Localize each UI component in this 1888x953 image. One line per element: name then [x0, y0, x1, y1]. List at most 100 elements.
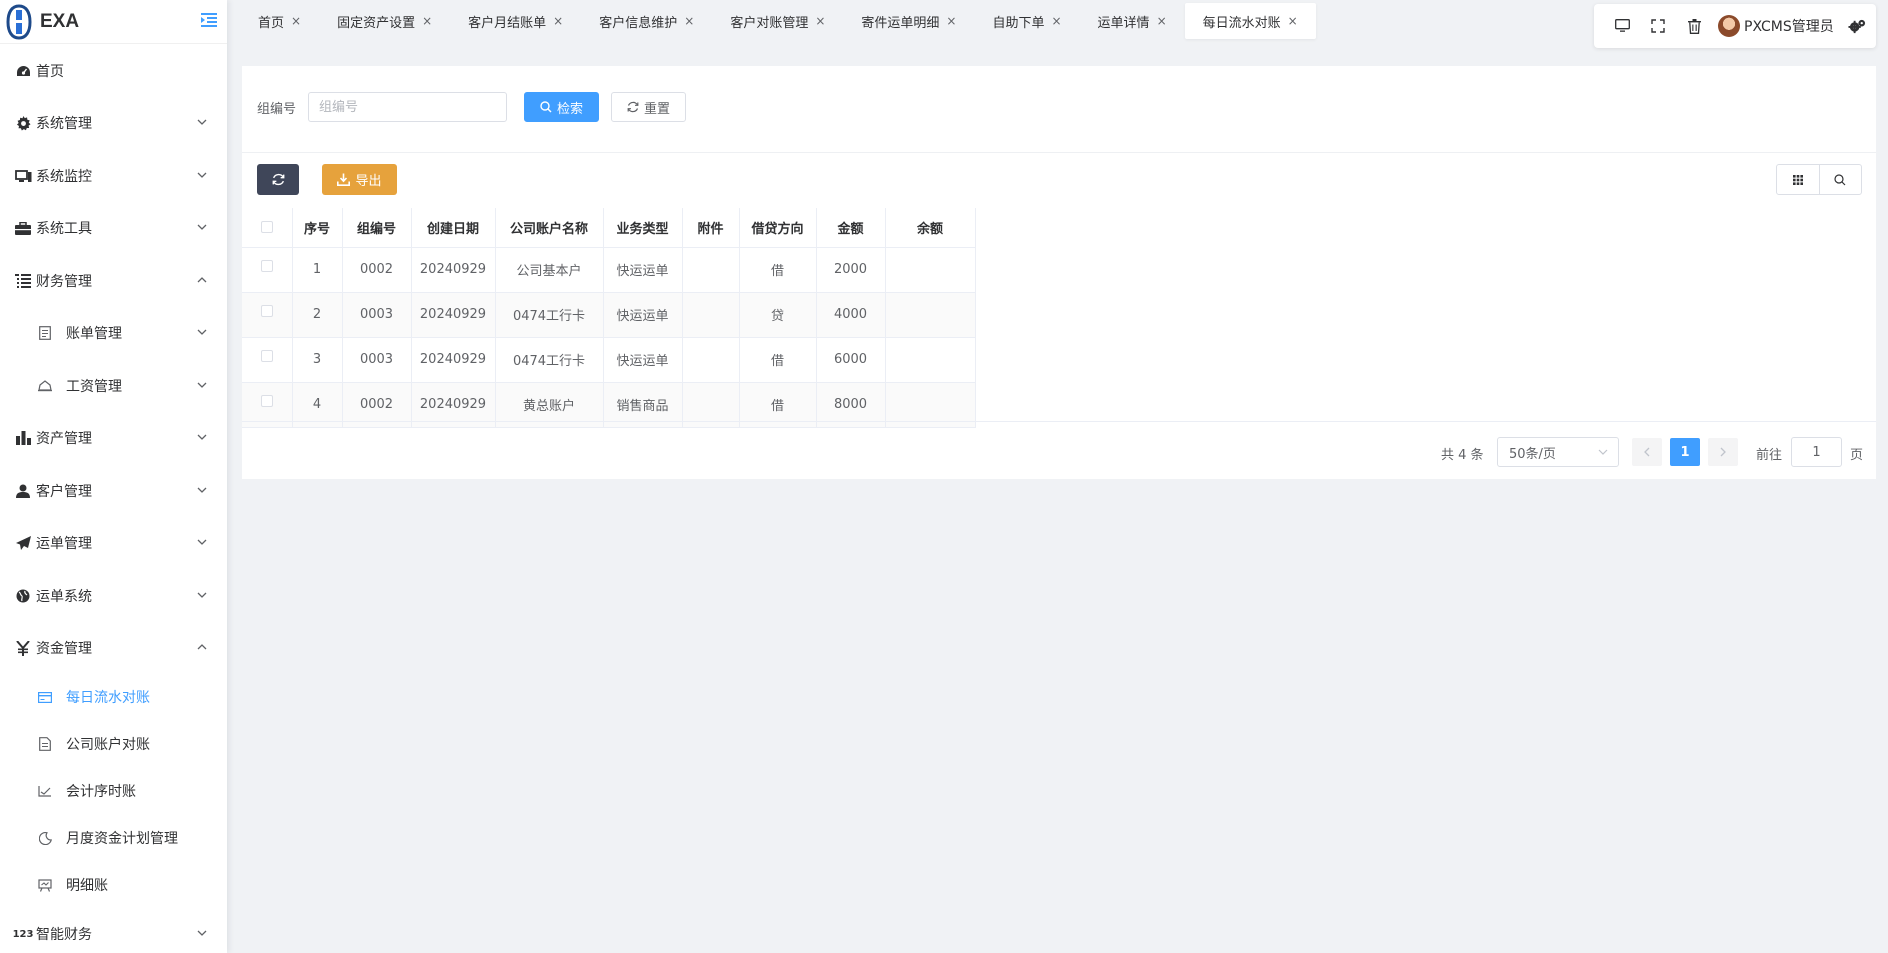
refresh-icon	[272, 173, 284, 186]
sidebar-item-finance-management[interactable]: 财务管理	[0, 261, 227, 301]
table-panel: 导出 序号 组编号 创建日期 公司账户名称 业务类型 附件 借贷方向 金额 余额	[242, 152, 1876, 479]
reset-button[interactable]: 重置	[611, 92, 686, 122]
search-panel: 组编号 检索 重置	[242, 66, 1876, 152]
table-cell	[885, 337, 976, 383]
card-icon	[36, 688, 54, 706]
toolbox-icon	[14, 219, 32, 237]
avatar[interactable]	[1718, 15, 1740, 37]
sidebar-item-system-monitor[interactable]: 系统监控	[0, 156, 227, 196]
table-cell: 0474工行卡	[495, 292, 604, 338]
column-header[interactable]: 序号	[292, 208, 343, 248]
refresh-icon	[627, 101, 639, 113]
pagination: 共 4 条 50条/页 1 前往 页	[242, 437, 1876, 467]
column-header[interactable]: 金额	[816, 208, 886, 248]
chevron-down-icon	[197, 434, 207, 440]
tab-waybill-detail[interactable]: 运单详情 ×	[1080, 3, 1185, 39]
close-icon[interactable]: ×	[553, 14, 563, 28]
collapse-menu-icon[interactable]	[201, 13, 217, 27]
sidebar-item-monthly-fund-plan[interactable]: 月度资金计划管理	[0, 818, 227, 858]
settings-gears-icon[interactable]	[1848, 17, 1866, 35]
refresh-button[interactable]	[257, 164, 299, 195]
tab-home[interactable]: 首页 ×	[240, 3, 319, 39]
sidebar-item-fund-management[interactable]: 资金管理	[0, 628, 227, 668]
sidebar-item-daily-reconciliation[interactable]: 每日流水对账	[0, 677, 227, 717]
tab-label: 客户对账管理	[730, 15, 809, 31]
data-table: 序号 组编号 创建日期 公司账户名称 业务类型 附件 借贷方向 金额 余额 1 …	[242, 208, 976, 428]
fullscreen-icon[interactable]	[1649, 17, 1667, 35]
close-icon[interactable]: ×	[291, 14, 301, 28]
sidebar-item-bill-management[interactable]: 账单管理	[0, 313, 227, 353]
column-header[interactable]: 创建日期	[411, 208, 496, 248]
chevron-down-icon	[197, 592, 207, 598]
sidebar-item-label: 系统工具	[36, 221, 92, 237]
tab-customer-info[interactable]: 客户信息维护 ×	[581, 3, 712, 39]
table-row[interactable]: 2 0003 20240929 0474工行卡 快运运单 贷 4000	[242, 292, 976, 338]
sidebar-item-salary-management[interactable]: 工资管理	[0, 366, 227, 406]
group-number-input[interactable]	[308, 92, 507, 122]
export-button[interactable]: 导出	[322, 164, 397, 195]
column-settings-button[interactable]	[1777, 165, 1819, 194]
column-header[interactable]: 余额	[885, 208, 976, 248]
close-icon[interactable]: ×	[684, 14, 694, 28]
sidebar-item-asset-management[interactable]: 资产管理	[0, 418, 227, 458]
chevron-left-icon	[1644, 447, 1650, 457]
header-actions: PXCMS管理员	[1594, 4, 1876, 48]
logo[interactable]: EXA	[0, 0, 227, 44]
page-size-select[interactable]: 50条/页	[1497, 437, 1619, 467]
next-page-button[interactable]	[1708, 438, 1738, 466]
column-header[interactable]: 组编号	[342, 208, 412, 248]
yen-icon	[14, 639, 32, 657]
tree-list-icon	[14, 272, 32, 290]
tab-self-order[interactable]: 自助下单 ×	[974, 3, 1079, 39]
row-checkbox[interactable]	[260, 349, 273, 362]
row-checkbox[interactable]	[260, 304, 273, 317]
sidebar-item-company-account-reconciliation[interactable]: 公司账户对账	[0, 724, 227, 764]
tab-customer-monthly-bill[interactable]: 客户月结账单 ×	[450, 3, 581, 39]
sidebar-item-waybill-management[interactable]: 运单管理	[0, 523, 227, 563]
trash-icon[interactable]	[1685, 17, 1703, 35]
sidebar-item-smart-finance[interactable]: 123 智能财务	[0, 914, 227, 953]
table-cell	[885, 247, 976, 293]
close-icon[interactable]: ×	[815, 14, 825, 28]
sidebar-item-waybill-system[interactable]: 运单系统	[0, 576, 227, 616]
dashboard-icon	[14, 62, 32, 80]
bar-chart-icon	[14, 429, 32, 447]
sidebar-item-detail-ledger[interactable]: 明细账	[0, 865, 227, 905]
sidebar-item-label: 账单管理	[66, 326, 122, 342]
column-header[interactable]: 附件	[682, 208, 740, 248]
username[interactable]: PXCMS管理员	[1744, 16, 1834, 36]
tab-shipment-detail[interactable]: 寄件运单明细 ×	[843, 3, 974, 39]
page-number-button[interactable]: 1	[1670, 438, 1700, 466]
desktop-icon[interactable]	[1613, 17, 1631, 35]
column-header[interactable]: 借贷方向	[739, 208, 817, 248]
sidebar-item-label: 系统管理	[36, 116, 92, 132]
column-header[interactable]: 业务类型	[603, 208, 683, 248]
toggle-search-button[interactable]	[1818, 165, 1862, 194]
sidebar-item-customer-management[interactable]: 客户管理	[0, 471, 227, 511]
close-icon[interactable]: ×	[1051, 14, 1061, 28]
column-header[interactable]: 公司账户名称	[495, 208, 604, 248]
tab-customer-reconciliation[interactable]: 客户对账管理 ×	[712, 3, 843, 39]
tab-label: 客户信息维护	[599, 15, 678, 31]
sidebar-item-system-management[interactable]: 系统管理	[0, 103, 227, 143]
goto-page-input[interactable]	[1791, 437, 1842, 467]
sidebar-item-system-tools[interactable]: 系统工具	[0, 208, 227, 248]
close-icon[interactable]: ×	[1288, 14, 1298, 28]
close-icon[interactable]: ×	[422, 14, 432, 28]
table-cell: 0002	[342, 247, 412, 293]
chevron-down-icon	[197, 539, 207, 545]
close-icon[interactable]: ×	[946, 14, 956, 28]
search-button[interactable]: 检索	[524, 92, 599, 122]
sidebar-item-accounting-journal[interactable]: 会计序时账	[0, 771, 227, 811]
row-checkbox[interactable]	[260, 259, 273, 272]
select-all-checkbox[interactable]	[260, 221, 273, 234]
close-icon[interactable]: ×	[1157, 14, 1167, 28]
sidebar-item-home[interactable]: 首页	[0, 51, 227, 91]
row-checkbox[interactable]	[260, 394, 273, 407]
table-row[interactable]: 3 0003 20240929 0474工行卡 快运运单 借 6000	[242, 337, 976, 383]
tab-fixed-asset-settings[interactable]: 固定资产设置 ×	[319, 3, 450, 39]
table-row[interactable]: 1 0002 20240929 公司基本户 快运运单 借 2000	[242, 247, 976, 293]
tab-daily-reconciliation[interactable]: 每日流水对账 ×	[1184, 3, 1316, 39]
prev-page-button[interactable]	[1632, 438, 1662, 466]
chevron-down-icon	[197, 382, 207, 388]
